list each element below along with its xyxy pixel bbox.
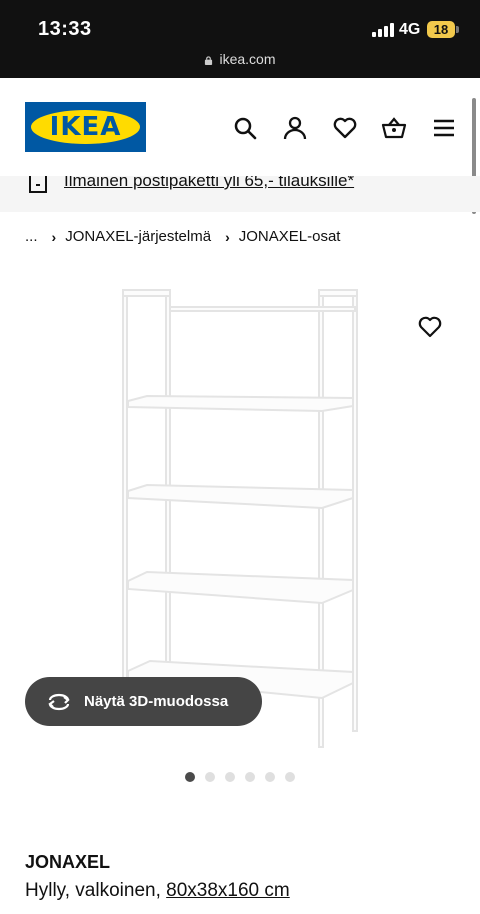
account-icon[interactable] <box>282 115 308 141</box>
gallery-dot[interactable] <box>185 772 195 782</box>
signal-icon <box>372 23 394 37</box>
ikea-logo[interactable]: IKEA <box>25 102 146 152</box>
url-text: ikea.com <box>219 51 276 67</box>
product-type: Hylly, valkoinen, <box>25 880 161 901</box>
clock: 13:33 <box>38 18 92 40</box>
breadcrumb-item[interactable]: JONAXEL-järjestelmä <box>65 228 211 245</box>
search-icon[interactable] <box>232 115 258 141</box>
network-type: 4G <box>399 21 421 38</box>
chevron-right-icon: › <box>225 228 230 245</box>
lock-icon <box>205 56 213 65</box>
gallery-dot[interactable] <box>285 772 295 782</box>
gallery-dot[interactable] <box>265 772 275 782</box>
heart-icon[interactable] <box>332 115 358 141</box>
gallery-dot[interactable] <box>225 772 235 782</box>
breadcrumb-item[interactable]: JONAXEL-osat <box>239 228 341 245</box>
site-header: IKEA <box>0 78 480 214</box>
product-name: JONAXEL <box>25 852 111 872</box>
address-bar[interactable]: ikea.com <box>0 51 480 67</box>
view-3d-label: Näytä 3D-muodossa <box>84 693 229 710</box>
view-3d-button[interactable]: Näytä 3D-muodossa <box>25 677 262 726</box>
breadcrumb-ellipsis[interactable]: ... <box>25 228 38 245</box>
promo-link[interactable]: Ilmainen postipaketti yli 65,- tilauksil… <box>64 176 354 191</box>
rotate-3d-icon <box>48 693 70 710</box>
battery-tip <box>456 26 459 33</box>
gallery-dot[interactable] <box>245 772 255 782</box>
product-size-link[interactable]: 80x38x160 cm <box>166 880 290 901</box>
promo-banner[interactable]: Ilmainen postipaketti yli 65,- tilauksil… <box>0 176 480 212</box>
chevron-right-icon: › <box>51 228 57 245</box>
battery-icon: 18 <box>427 21 455 38</box>
package-icon <box>29 176 47 193</box>
product-description: Hylly, valkoinen, 80x38x160 cm <box>25 880 290 902</box>
basket-icon[interactable] <box>381 115 407 141</box>
wishlist-heart-icon[interactable] <box>418 316 442 338</box>
status-bar: 13:33 4G 18 ikea.com <box>0 0 480 78</box>
gallery-pagination <box>185 772 295 782</box>
breadcrumb: ... › JONAXEL-järjestelmä › JONAXEL-osat <box>25 228 340 245</box>
gallery-dot[interactable] <box>205 772 215 782</box>
logo-text: IKEA <box>49 112 122 142</box>
menu-icon[interactable] <box>431 115 457 141</box>
